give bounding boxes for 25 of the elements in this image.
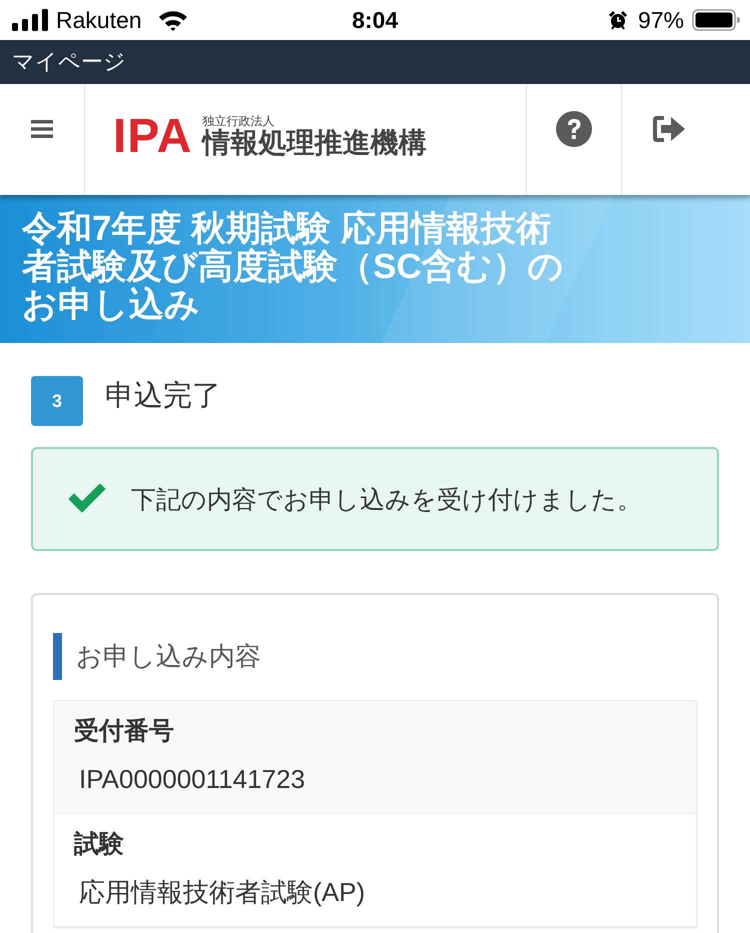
heading-accent-bar <box>53 633 62 680</box>
field-value: 応用情報技術者試験(AP) <box>79 876 366 908</box>
logout-icon <box>651 114 687 144</box>
wifi-icon <box>158 9 188 31</box>
step-number: 3 <box>31 376 83 426</box>
alert-message: 下記の内容でお申し込みを受け付けました。 <box>131 484 642 516</box>
page-label: マイページ <box>12 48 126 76</box>
menu-icon <box>31 120 53 138</box>
checkmark-icon <box>67 484 107 514</box>
help-icon <box>556 110 592 146</box>
battery-percentage: 97% <box>638 6 684 34</box>
clock-time: 8:04 <box>352 6 398 34</box>
field-label: 試験 <box>74 829 125 860</box>
signal-icon <box>12 9 48 31</box>
battery-icon <box>692 9 740 31</box>
section-heading: お申し込み内容 <box>76 640 261 673</box>
field-value: IPA0000001141723 <box>79 763 306 795</box>
logout-button[interactable] <box>622 84 750 195</box>
step-title: 申込完了 <box>105 379 221 414</box>
menu-button[interactable] <box>0 84 85 195</box>
alarm-clock-icon <box>608 10 628 30</box>
help-button[interactable] <box>527 84 622 195</box>
carrier-name: Rakuten <box>56 6 142 34</box>
page-title: 令和7年度 秋期試験 応用情報技術 者試験及び高度試験（SC含む）の お申し込み <box>22 210 565 324</box>
field-label: 受付番号 <box>74 716 175 747</box>
